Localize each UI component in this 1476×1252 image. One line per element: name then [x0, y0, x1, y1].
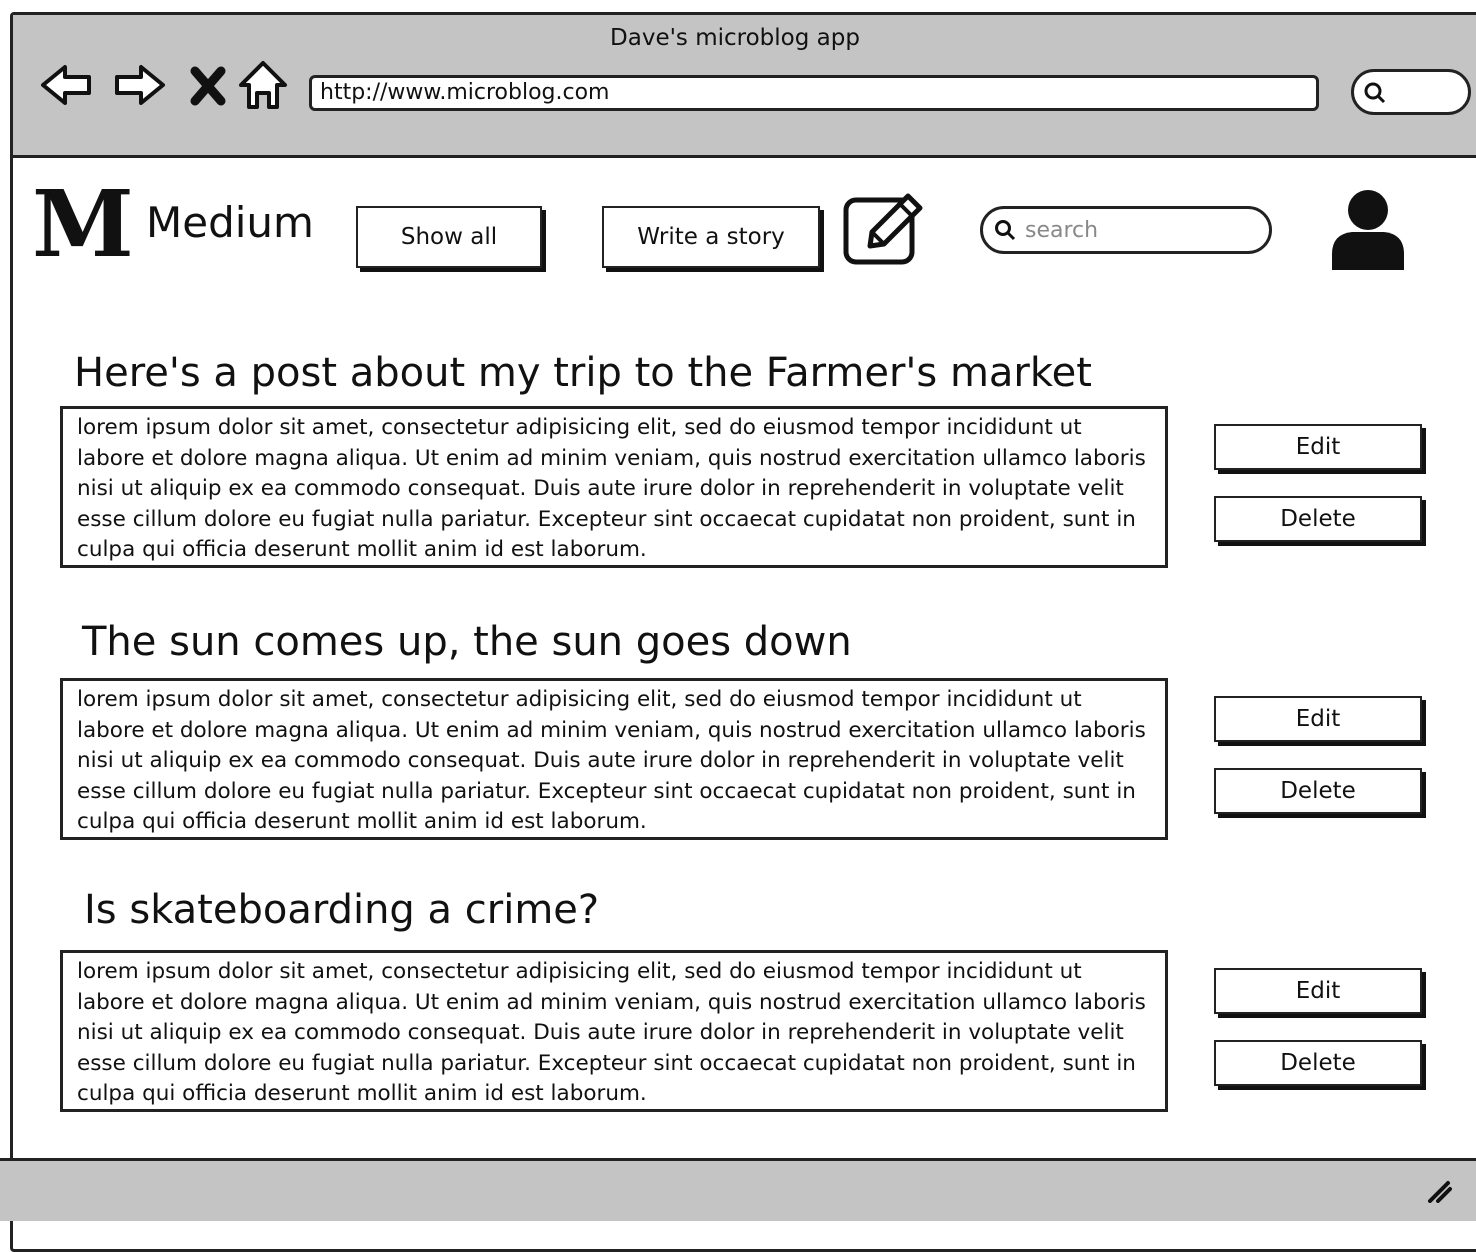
post-body: lorem ipsum dolor sit amet, consectetur … — [60, 678, 1168, 840]
forward-arrow-icon[interactable] — [109, 55, 169, 115]
edit-button[interactable]: Edit — [1214, 424, 1422, 470]
delete-button[interactable]: Delete — [1214, 768, 1422, 814]
resize-grip-icon[interactable] — [1422, 1173, 1452, 1203]
write-story-button[interactable]: Write a story — [602, 206, 820, 268]
edit-pencil-icon[interactable] — [832, 192, 926, 268]
edit-button[interactable]: Edit — [1214, 968, 1422, 1014]
browser-search-field[interactable] — [1351, 69, 1471, 115]
user-avatar-icon[interactable] — [1328, 186, 1408, 270]
post-title[interactable]: Is skateboarding a crime? — [84, 887, 599, 933]
window-title: Dave's microblog app — [610, 25, 860, 51]
back-arrow-icon[interactable] — [37, 55, 97, 115]
browser-chrome: Dave's microblog app http://www.microblo… — [13, 15, 1476, 158]
url-bar[interactable]: http://www.microblog.com — [309, 75, 1319, 111]
status-bar — [0, 1158, 1476, 1221]
post-title[interactable]: Here's a post about my trip to the Farme… — [74, 350, 1092, 396]
delete-button[interactable]: Delete — [1214, 1040, 1422, 1086]
search-input[interactable] — [1023, 216, 1257, 244]
home-icon[interactable] — [235, 55, 295, 115]
show-all-button[interactable]: Show all — [356, 206, 542, 268]
delete-button[interactable]: Delete — [1214, 496, 1422, 542]
post-title[interactable]: The sun comes up, the sun goes down — [82, 619, 852, 665]
search-field[interactable] — [980, 206, 1272, 254]
close-x-icon[interactable] — [181, 55, 241, 115]
edit-button[interactable]: Edit — [1214, 696, 1422, 742]
logo-text[interactable]: Medium — [146, 198, 314, 247]
post-body: lorem ipsum dolor sit amet, consectetur … — [60, 950, 1168, 1112]
search-icon — [995, 220, 1016, 241]
medium-logo[interactable]: M — [32, 178, 134, 270]
search-icon — [1364, 82, 1386, 104]
post-body: lorem ipsum dolor sit amet, consectetur … — [60, 406, 1168, 568]
